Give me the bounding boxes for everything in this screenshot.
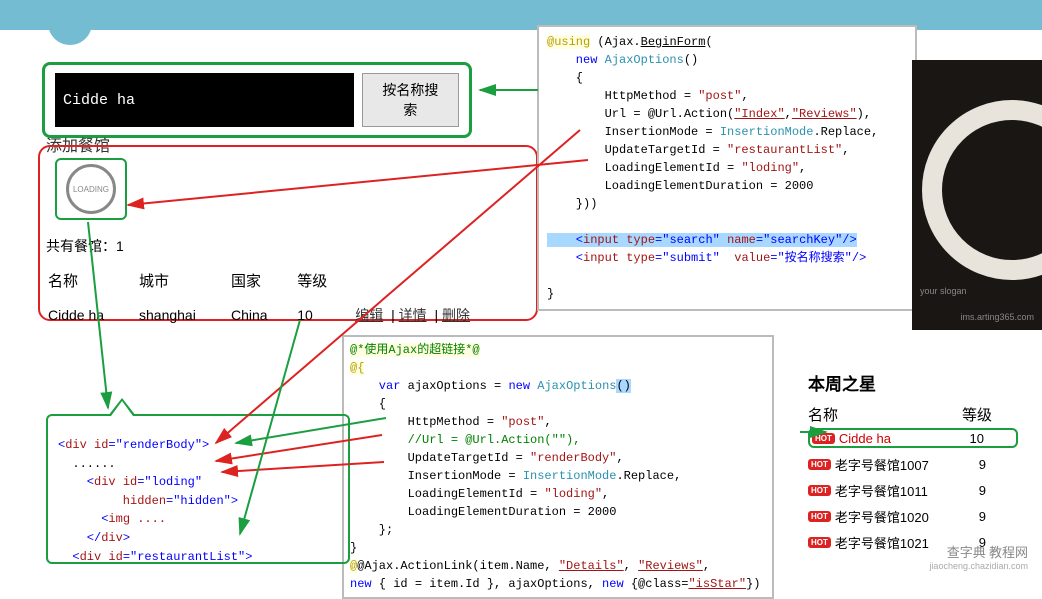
watermark-text: 查字典 教程网 xyxy=(947,542,1028,561)
panel-url: ims.arting365.com xyxy=(960,312,1034,322)
top-tab xyxy=(48,15,92,45)
loading-annotation: LOADING xyxy=(55,158,127,220)
slogan-text: your slogan xyxy=(920,286,967,296)
star-header-level: 等级 xyxy=(962,404,992,425)
th-name: 名称 xyxy=(48,264,137,297)
watermark-url: jiaocheng.chazidian.com xyxy=(929,561,1028,571)
td-city: shanghai xyxy=(139,299,229,331)
search-form: 按名称搜索 xyxy=(42,62,472,138)
restaurant-count: 共有餐馆：1 xyxy=(46,236,124,256)
th-country: 国家 xyxy=(231,264,295,297)
search-button[interactable]: 按名称搜索 xyxy=(362,73,459,127)
callout-triangle-icon xyxy=(108,398,136,416)
star-level: 9 xyxy=(979,509,986,524)
delete-link[interactable]: 删除 xyxy=(442,307,470,323)
hot-badge-icon: HOT xyxy=(808,537,831,548)
dark-side-panel: your slogan ims.arting365.com xyxy=(912,60,1042,330)
td-level: 10 xyxy=(297,299,353,331)
star-header-name: 名称 xyxy=(808,404,838,425)
loading-spinner-icon: LOADING xyxy=(66,164,116,214)
star-row[interactable]: HOT Cidde ha10 xyxy=(808,428,1018,448)
star-name: 老字号餐馆1011 xyxy=(835,481,1018,500)
th-level: 等级 xyxy=(297,264,353,297)
table-header-row: 名称 城市 国家 等级 xyxy=(48,264,524,297)
star-level: 9 xyxy=(979,483,986,498)
star-row[interactable]: HOT 老字号餐馆10079 xyxy=(808,454,1018,474)
restaurant-table: 名称 城市 国家 等级 Cidde ha shanghai China 10 编… xyxy=(46,262,526,333)
hot-badge-icon: HOT xyxy=(808,485,831,496)
hot-badge-icon: HOT xyxy=(808,459,831,470)
cup-graphic-icon xyxy=(922,100,1042,280)
star-level: 9 xyxy=(979,457,986,472)
td-country: China xyxy=(231,299,295,331)
td-name: Cidde ha xyxy=(48,299,137,331)
star-row[interactable]: HOT 老字号餐馆10209 xyxy=(808,506,1018,526)
search-input[interactable] xyxy=(55,73,354,127)
hot-badge-icon: HOT xyxy=(808,511,831,522)
star-panel-title: 本周之星 xyxy=(808,370,876,395)
table-row: Cidde ha shanghai China 10 编辑 | 详情 | 删除 xyxy=(48,299,524,331)
th-city: 城市 xyxy=(139,264,229,297)
star-row[interactable]: HOT 老字号餐馆10119 xyxy=(808,480,1018,500)
code-snippet-mid: @*使用Ajax的超链接*@ @{ var ajaxOptions = new … xyxy=(342,335,774,599)
details-link[interactable]: 详情 xyxy=(399,307,427,323)
star-name: 老字号餐馆1007 xyxy=(835,455,1018,474)
td-actions: 编辑 | 详情 | 删除 xyxy=(355,299,524,331)
edit-link[interactable]: 编辑 xyxy=(355,307,383,323)
star-level: 10 xyxy=(970,431,984,446)
star-name: 老字号餐馆1020 xyxy=(835,507,1018,526)
hot-badge-icon: HOT xyxy=(812,433,835,444)
code-snippet-top: @using (Ajax.BeginForm( new AjaxOptions(… xyxy=(537,25,917,311)
code-snippet-bottom: <div id="renderBody"> ...... <div id="lo… xyxy=(46,414,350,564)
star-name: Cidde ha xyxy=(839,431,1014,446)
